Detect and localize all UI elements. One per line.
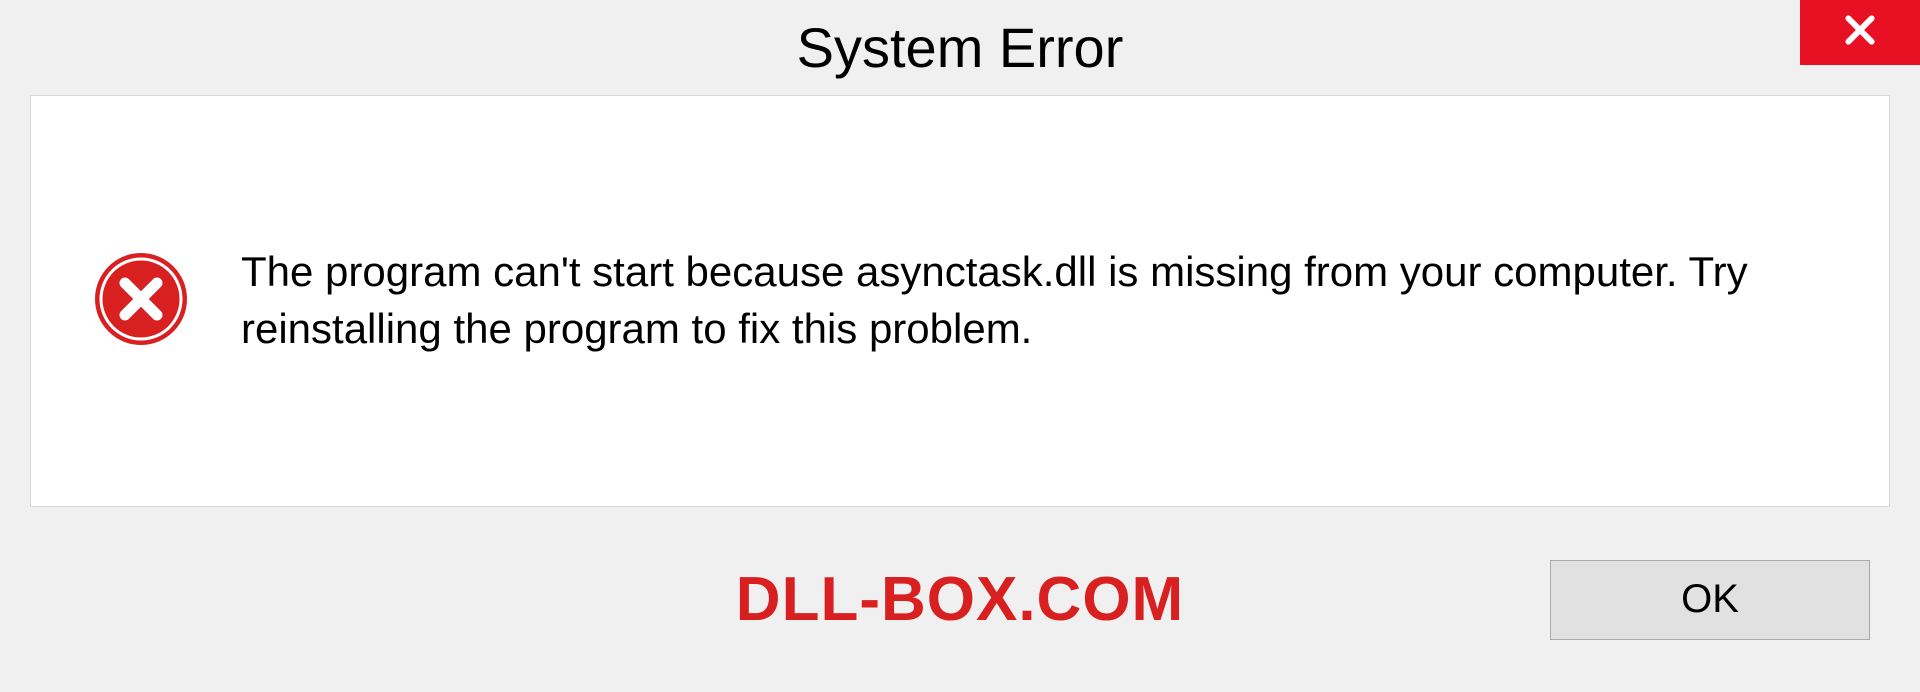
close-button[interactable] (1800, 0, 1920, 65)
error-icon (91, 249, 191, 354)
titlebar: System Error (0, 0, 1920, 95)
ok-button[interactable]: OK (1550, 560, 1870, 640)
close-icon (1840, 10, 1880, 55)
dialog-footer: DLL-BOX.COM OK (0, 507, 1920, 692)
ok-button-label: OK (1681, 577, 1739, 622)
content-panel: The program can't start because asynctas… (30, 95, 1890, 507)
dialog-title: System Error (797, 15, 1124, 80)
watermark-text: DLL-BOX.COM (736, 564, 1184, 635)
error-message: The program can't start because asynctas… (241, 244, 1791, 357)
system-error-dialog: System Error The program can't start bec… (0, 0, 1920, 692)
